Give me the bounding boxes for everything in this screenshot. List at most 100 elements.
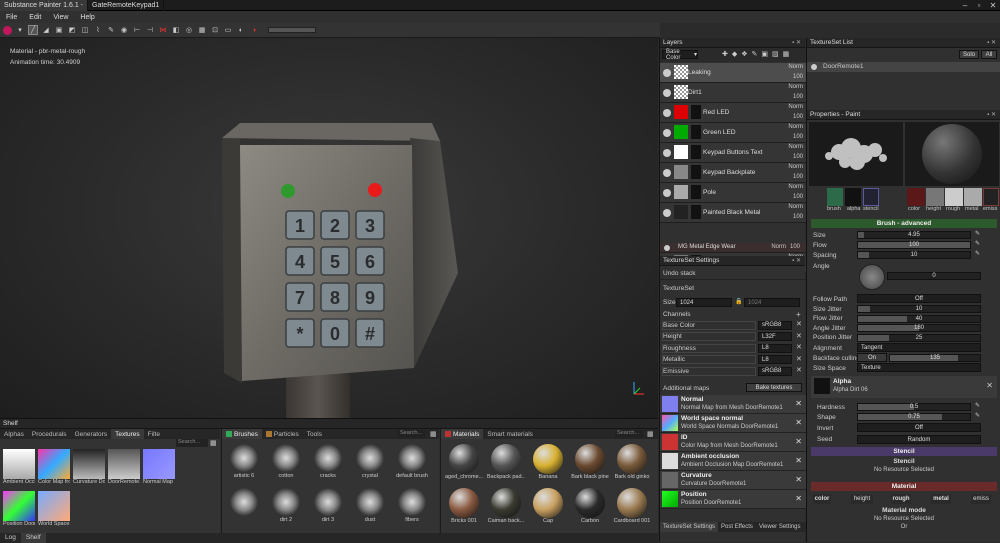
layer-blend[interactable]: Norm	[788, 184, 803, 190]
clone-tool-icon[interactable]: ◫	[80, 25, 90, 35]
brush-thumbnail[interactable]	[226, 487, 262, 529]
brush-thumbnail[interactable]: crystal	[352, 443, 388, 485]
remove-map-icon[interactable]: ✕	[795, 456, 802, 465]
view-mode-icon[interactable]: ▦	[197, 25, 207, 35]
rough-slot[interactable]	[945, 188, 963, 206]
panel-controls-icon[interactable]: ▪ ✕	[987, 39, 996, 46]
material-thumbnail[interactable]: Banana	[529, 441, 567, 483]
layer-opacity[interactable]: 100	[793, 194, 803, 200]
tab-tools[interactable]: Tools	[303, 429, 326, 439]
layer-actions-icons[interactable]: ✚◆❖✎▣▨▦	[722, 50, 793, 58]
layer-row[interactable]: Painted Black Metal Norm 100	[660, 203, 806, 223]
visibility-eye-icon[interactable]	[663, 149, 671, 157]
alpha-slot[interactable]	[845, 188, 861, 206]
channel-format-select[interactable]: L8	[758, 355, 792, 364]
textures-search-input[interactable]: Search...	[176, 439, 208, 447]
grid-view-icon[interactable]: ▦	[647, 430, 654, 438]
layer-opacity[interactable]: 100	[790, 244, 800, 250]
eraser-tool-icon[interactable]: ◢	[41, 25, 51, 35]
metal-slot[interactable]	[964, 188, 982, 206]
material-thumbnail[interactable]: Bark black pine	[571, 441, 609, 483]
channel-select[interactable]: Base Color ▾	[662, 49, 698, 61]
alpha-param-slider[interactable]: 0.75	[857, 413, 971, 421]
material-thumbnail[interactable]: Cardboard 001	[613, 485, 651, 527]
layer-blend[interactable]: Norm	[788, 84, 803, 90]
brush-thumbnail[interactable]: cracks	[310, 443, 346, 485]
seed-field[interactable]: Random	[857, 435, 981, 444]
channel-format-select[interactable]: L8	[758, 343, 792, 353]
layer-row[interactable]: Pole Norm 100	[660, 183, 806, 203]
layer-opacity[interactable]: 100	[793, 214, 803, 220]
symmetry-icon[interactable]: ⊢	[132, 25, 142, 35]
brush-thumbnail[interactable]: dust	[352, 487, 388, 529]
brush-thumbnail[interactable]: dirt 2	[268, 487, 304, 529]
additional-map-item[interactable]: Position Position DoorRemote1 ✕	[660, 490, 806, 509]
minimize-icon[interactable]: –	[958, 0, 972, 11]
geometry-decal-icon[interactable]: ◩	[67, 25, 77, 35]
tab-post-effects[interactable]: Post Effects	[718, 522, 756, 532]
texture-thumbnail[interactable]: Normal Map ...	[143, 449, 175, 489]
material-tab-metal[interactable]: metal	[931, 494, 951, 504]
stencil-header[interactable]: Stencil	[811, 447, 997, 456]
additional-map-item[interactable]: Normal Normal Map from Mesh DoorRemote1 ✕	[660, 395, 806, 414]
material-header[interactable]: Material	[811, 482, 997, 491]
visibility-eye-icon[interactable]	[663, 209, 671, 217]
remove-channel-icon[interactable]: ✕	[796, 366, 802, 374]
texture-thumbnail[interactable]: Curvature Do...	[73, 449, 105, 489]
camera-icon[interactable]: ◎	[184, 25, 194, 35]
brush-thumbnail[interactable]: dirt 3	[310, 487, 346, 529]
material-thumbnail[interactable]: Cap	[529, 485, 567, 527]
color-slot[interactable]	[907, 188, 925, 206]
remove-channel-icon[interactable]: ✕	[796, 343, 802, 351]
channel-name-field[interactable]	[662, 343, 756, 353]
channel-format-select[interactable]: L32F	[758, 332, 792, 341]
edit-icon[interactable]: ✎	[975, 230, 980, 237]
material-tab-emiss[interactable]: emiss	[971, 494, 991, 504]
grid-view-icon[interactable]: ▦	[210, 439, 217, 447]
param-slider[interactable]: 4.95	[857, 231, 971, 239]
screenshot-icon[interactable]: ⊡	[210, 25, 220, 35]
alpha-section[interactable]: Alpha Alpha Dirt 06 ✕	[811, 376, 997, 398]
bake-textures-button[interactable]: Bake textures	[746, 383, 802, 392]
layer-blend[interactable]: Norm	[788, 104, 803, 110]
layer-row[interactable]: Green LED Norm 100	[660, 123, 806, 143]
visibility-eye-icon[interactable]	[663, 69, 671, 77]
grid-view-icon[interactable]: ▦	[430, 430, 437, 438]
brush-thumbnail[interactable]: artistic 6	[226, 443, 262, 485]
remove-map-icon[interactable]: ✕	[795, 475, 802, 484]
channel-format-select[interactable]: sRGB8	[758, 320, 792, 330]
stencil-slot[interactable]	[863, 188, 879, 206]
remove-map-icon[interactable]: ✕	[795, 494, 802, 503]
additional-map-item[interactable]: Ambient occlusion Ambient Occlusion Map D…	[660, 452, 806, 471]
alpha-param-slider[interactable]: 0.5	[857, 403, 971, 411]
tab-textures[interactable]: Textures	[111, 429, 144, 439]
menu-edit[interactable]: Edit	[23, 14, 47, 21]
tab-smart-materials[interactable]: Smart materials	[483, 429, 537, 439]
material-picker-icon[interactable]: ◉	[119, 25, 129, 35]
dropdown-icon[interactable]: ▾	[15, 25, 25, 35]
window-tab-app[interactable]: Substance Painter 1.6.1 -	[0, 0, 88, 11]
material-thumbnail[interactable]: Bricks 001	[445, 485, 483, 527]
iray-icon[interactable]: ◑	[249, 25, 259, 35]
channel-format-select[interactable]: sRGB8	[758, 366, 792, 376]
window-tab-project[interactable]: GateRemoteKeypad1	[88, 0, 165, 11]
brush-slot[interactable]	[827, 188, 843, 206]
size-space-select[interactable]: Texture	[857, 363, 981, 372]
jitter-slider[interactable]: 25	[857, 333, 981, 342]
texture-thumbnail[interactable]: Color Map fro...	[38, 449, 70, 489]
material-thumbnail[interactable]: Backpack pad...	[487, 441, 525, 483]
layer-row[interactable]: Leaking Norm 100	[660, 63, 806, 83]
materials-search-input[interactable]: Search...	[615, 430, 643, 438]
additional-map-item[interactable]: ID Color Map from Mesh DoorRemote1 ✕	[660, 433, 806, 452]
tab-alphas[interactable]: Alphas	[0, 429, 28, 439]
texture-thumbnail[interactable]: Ambient Occl...	[3, 449, 35, 489]
visibility-eye-icon[interactable]	[663, 109, 671, 117]
picker-tool-icon[interactable]: ✎	[106, 25, 116, 35]
remove-map-icon[interactable]: ✕	[795, 437, 802, 446]
tab-materials[interactable]: Materials	[441, 429, 484, 439]
jitter-slider[interactable]: 10	[857, 305, 981, 313]
visibility-eye-icon[interactable]	[811, 64, 817, 70]
panel-controls-icon[interactable]: ▪ ✕	[987, 111, 996, 118]
channel-name-field[interactable]	[662, 355, 756, 364]
remove-alpha-icon[interactable]: ✕	[986, 381, 993, 390]
